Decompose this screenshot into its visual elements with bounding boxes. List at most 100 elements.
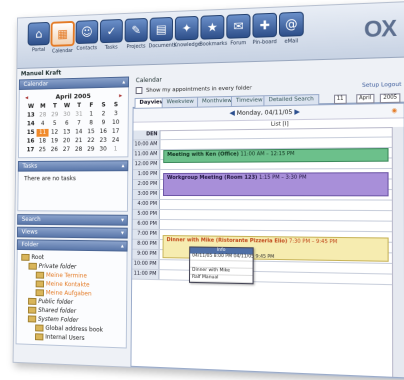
expand-icon[interactable]: ▾ bbox=[121, 229, 124, 238]
calendar-day[interactable]: 23 bbox=[97, 137, 109, 145]
user-name: Manuel Kraft bbox=[20, 69, 62, 78]
calendar-day[interactable]: 28 bbox=[72, 146, 84, 154]
calendar-day[interactable]: 26 bbox=[48, 146, 60, 154]
calendar-day[interactable]: 20 bbox=[60, 137, 72, 145]
calendar-day[interactable]: 13 bbox=[61, 129, 73, 137]
toolbar-button-projects[interactable]: ✎ Projects bbox=[124, 17, 149, 51]
folder-panel-header[interactable]: Folder ▴ bbox=[16, 239, 128, 252]
calendar-day[interactable]: 4 bbox=[37, 120, 49, 128]
calendar-day[interactable]: 1 bbox=[109, 146, 121, 154]
appointment[interactable]: Meeting with Ken (Office) 11:00 AM – 12:… bbox=[163, 148, 389, 164]
folder-label: Meine Kontakte bbox=[45, 280, 90, 289]
calendar-day[interactable]: 31 bbox=[73, 111, 85, 119]
calendar-day[interactable]: 16 bbox=[97, 128, 109, 136]
folder-icon bbox=[28, 297, 37, 305]
folder-icon bbox=[35, 324, 44, 332]
week-number: 14 bbox=[26, 120, 35, 128]
collapse-icon[interactable]: ▴ bbox=[121, 242, 124, 251]
calendar-day[interactable]: 17 bbox=[109, 128, 121, 136]
appointment[interactable]: Workgroup Meeting (Room 123) 1:15 PM – 3… bbox=[162, 172, 389, 197]
toolbar-button-label: Bookmarks bbox=[199, 40, 228, 48]
calendar-day[interactable]: 29 bbox=[49, 111, 61, 119]
calendar-day[interactable]: 2 bbox=[97, 110, 109, 118]
tasks-icon: ✓ bbox=[99, 18, 123, 44]
tasks-panel-header[interactable]: Tasks ▴ bbox=[17, 160, 129, 172]
documents-icon: ▤ bbox=[149, 16, 174, 42]
tasks-panel: There are no tasks bbox=[17, 171, 129, 212]
calendar-day[interactable]: 6 bbox=[61, 120, 73, 128]
year-select[interactable]: 2005 bbox=[380, 93, 401, 104]
toolbar-button-label: Forum bbox=[230, 40, 247, 47]
calendar-day[interactable]: 9 bbox=[97, 119, 109, 127]
day-select[interactable]: 11 bbox=[333, 94, 347, 105]
appointment-title: Dinner with Mike (Ristorante Pizzeria El… bbox=[166, 237, 288, 245]
calendar-day[interactable]: 19 bbox=[48, 137, 60, 145]
weekday-header: M bbox=[40, 102, 46, 110]
vertical-scrollbar[interactable] bbox=[391, 126, 404, 378]
toolbar-button-calendar[interactable]: ▦ Calendar bbox=[50, 20, 75, 56]
main-content: Calendar Show my appointments in every f… bbox=[130, 69, 404, 379]
collapse-icon[interactable]: ▴ bbox=[122, 78, 125, 87]
calendar-day[interactable]: 12 bbox=[49, 129, 61, 137]
prev-day-icon[interactable]: ◀ bbox=[229, 109, 234, 117]
calendar-day[interactable]: 10 bbox=[110, 119, 122, 127]
calendar-day[interactable]: 8 bbox=[85, 119, 97, 127]
collapse-icon[interactable]: ▴ bbox=[122, 161, 125, 170]
expand-icon[interactable]: ▾ bbox=[121, 216, 124, 225]
calendar-day[interactable]: 7 bbox=[73, 120, 85, 128]
calendar-day[interactable]: 5 bbox=[49, 120, 61, 128]
search-panel-title: Search bbox=[21, 216, 41, 224]
hour-grid: DEN 10:00 AM 11:00 AM 12:00 PM 1:00 PM 2:00 P… bbox=[131, 126, 404, 377]
contacts-icon: ☺ bbox=[75, 19, 99, 45]
hour-label: 6:00 PM bbox=[132, 219, 160, 230]
calendar-day[interactable]: 30 bbox=[61, 111, 73, 119]
hour-label: 10:00 AM bbox=[133, 140, 161, 150]
calendar-day[interactable]: 28 bbox=[37, 111, 49, 119]
ox-logo: OX bbox=[363, 15, 396, 43]
refresh-icon[interactable]: ◉ bbox=[391, 104, 397, 118]
views-panel-header[interactable]: Views ▾ bbox=[16, 226, 128, 239]
calendar-day[interactable]: 21 bbox=[73, 137, 85, 145]
calendar-day[interactable]: 3 bbox=[110, 110, 122, 118]
setup-logout-links[interactable]: Setup Logout bbox=[362, 79, 401, 92]
folder-label: Shared folder bbox=[38, 306, 77, 315]
toolbar-button-label: Contacts bbox=[76, 45, 98, 52]
calendar-day[interactable]: 30 bbox=[97, 146, 109, 154]
calendar-day[interactable]: 25 bbox=[36, 146, 48, 154]
calendar-day[interactable]: 24 bbox=[109, 137, 121, 145]
toolbar-button-tasks[interactable]: ✓ Tasks bbox=[99, 18, 124, 52]
calendar-day[interactable]: 15 bbox=[85, 128, 97, 136]
toolbar-button-contacts[interactable]: ☺ Contacts bbox=[75, 19, 100, 53]
toolbar-button-bookmarks[interactable]: ★ Bookmarks bbox=[199, 14, 228, 49]
calendar-day[interactable]: 1 bbox=[85, 111, 97, 119]
calendar-day[interactable]: 27 bbox=[60, 146, 72, 154]
toolbar-button-pin-board[interactable]: ✚ Pin-board bbox=[251, 12, 278, 47]
folder-icon bbox=[27, 306, 37, 314]
email-icon: @ bbox=[278, 11, 304, 37]
show-all-checkbox[interactable] bbox=[135, 86, 143, 95]
appointment-title: Workgroup Meeting (Room 123) bbox=[166, 174, 258, 182]
toolbar-button-portal[interactable]: ⌂ Portal bbox=[27, 21, 51, 55]
next-day-icon[interactable]: ▶ bbox=[294, 108, 300, 116]
toolbar-button-label: Tasks bbox=[104, 44, 118, 51]
prev-month-icon[interactable]: ◂ bbox=[25, 94, 28, 102]
calendar-day[interactable]: 14 bbox=[73, 128, 85, 136]
toolbar-button-knowledge[interactable]: ✦ Knowledge bbox=[174, 15, 201, 50]
toolbar-button-email[interactable]: @ eMail bbox=[278, 11, 305, 47]
app-window: ⌂ Portal ▦ Calendar ☺ Contacts ✓ Tasks ✎ Projects… bbox=[12, 1, 404, 380]
month-select[interactable]: April bbox=[355, 93, 375, 104]
next-month-icon[interactable]: ▸ bbox=[119, 91, 122, 99]
folder-panel-title: Folder bbox=[21, 241, 39, 249]
weekday-header: S bbox=[113, 101, 119, 109]
calendar-day[interactable]: 29 bbox=[85, 146, 97, 154]
day-label: Monday, 04/11/05 bbox=[236, 108, 293, 118]
search-panel-header[interactable]: Search ▾ bbox=[17, 214, 128, 226]
calendar-day[interactable]: 18 bbox=[36, 138, 48, 146]
sidebar: Calendar ▴ ◂ April 2005 ▸ W M T W T F S S 13 28 29… bbox=[15, 76, 130, 367]
calendar-day[interactable]: 22 bbox=[85, 137, 97, 145]
folder-label: Internal Users bbox=[45, 333, 85, 342]
tooltip-row: Ralf Manual bbox=[189, 274, 253, 284]
toolbar-button-forum[interactable]: ✉ Forum bbox=[225, 13, 251, 48]
toolbar-button-documents[interactable]: ▤ Documents bbox=[149, 16, 176, 50]
calendar-day[interactable]: 11 bbox=[36, 128, 49, 137]
